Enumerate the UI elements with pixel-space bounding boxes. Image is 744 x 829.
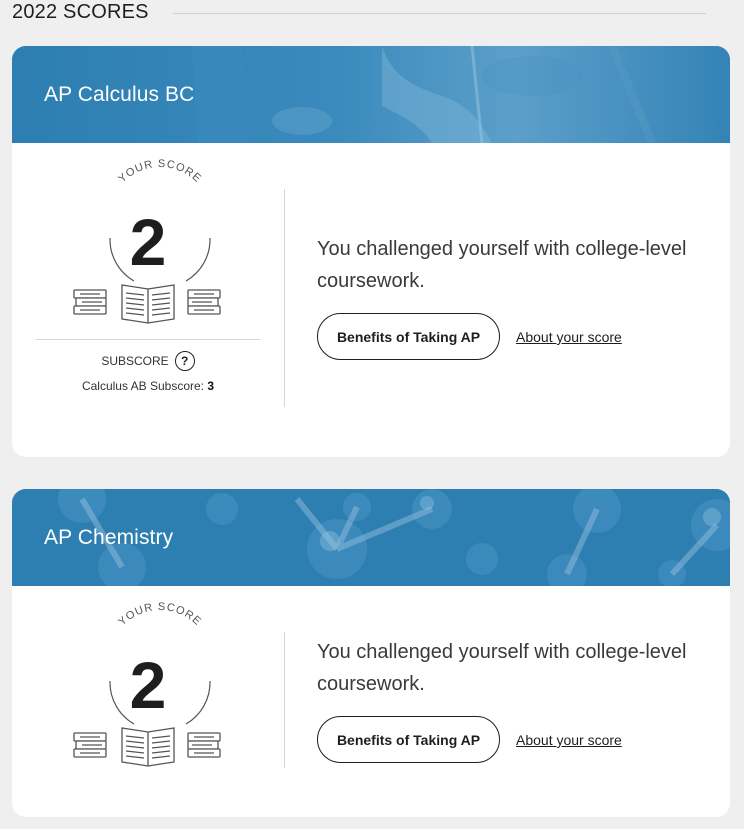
card-body: YOUR SCORE	[12, 586, 730, 817]
subscore-row: SUBSCORE ?	[36, 349, 260, 373]
score-card-calculus-bc: AP Calculus BC YOUR SCORE 2 SUBSCORE ? C…	[12, 46, 730, 457]
card-header: AP Calculus BC	[12, 46, 730, 143]
books-icon	[73, 289, 107, 315]
score-badge: YOUR SCORE 2	[36, 586, 260, 786]
column-divider	[284, 632, 285, 768]
section-title: 2022 SCORES	[12, 1, 149, 23]
column-divider	[284, 189, 285, 407]
benefits-of-taking-ap-button[interactable]: Benefits of Taking AP	[317, 313, 500, 360]
books-icon	[73, 732, 107, 758]
books-icon	[187, 732, 221, 758]
svg-text:YOUR SCORE: YOUR SCORE	[116, 601, 203, 628]
score-message: You challenged yourself with college-lev…	[317, 238, 687, 292]
score-divider	[36, 339, 260, 340]
score-value: 2	[129, 205, 167, 279]
score-badge: YOUR SCORE 2	[36, 143, 260, 343]
books-icon	[187, 289, 221, 315]
open-book-icon	[121, 727, 175, 767]
score-message: You challenged yourself with college-lev…	[317, 641, 687, 695]
section-header: 2022 SCORES	[12, 0, 706, 24]
course-title: AP Calculus BC	[44, 82, 195, 106]
score-card-chemistry: AP Chemistry YOUR SCORE 2 You challenged…	[12, 489, 730, 817]
subscore-label: SUBSCORE	[101, 354, 169, 368]
subscore-detail: Calculus AB Subscore: 3	[36, 379, 260, 393]
subscore-name: Calculus AB Subscore:	[81, 379, 208, 393]
section-divider	[172, 12, 706, 14]
svg-text:YOUR SCORE: YOUR SCORE	[116, 158, 203, 185]
course-title: AP Chemistry	[44, 525, 174, 549]
badge-label: YOUR SCORE	[116, 601, 202, 628]
badge-label: YOUR SCORE	[116, 158, 202, 185]
score-value: 2	[129, 648, 167, 722]
benefits-of-taking-ap-button[interactable]: Benefits of Taking AP	[317, 716, 500, 763]
about-your-score-link[interactable]: About your score	[516, 328, 622, 346]
card-body: YOUR SCORE	[12, 143, 730, 457]
open-book-icon	[121, 284, 175, 324]
card-header: AP Chemistry	[12, 489, 730, 586]
about-your-score-link[interactable]: About your score	[516, 731, 622, 749]
subscore-value: 3	[207, 379, 215, 393]
question-circle-icon[interactable]: ?	[174, 351, 195, 371]
